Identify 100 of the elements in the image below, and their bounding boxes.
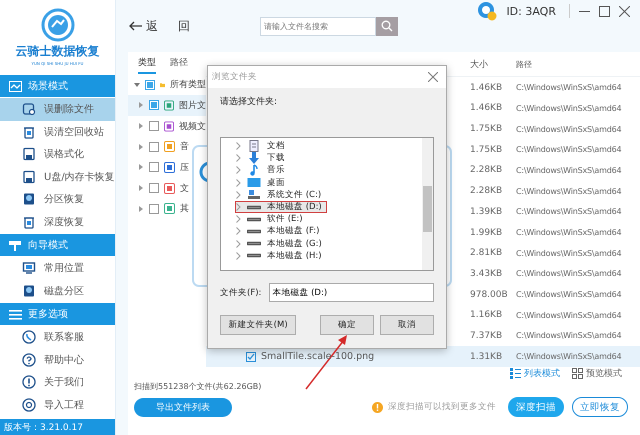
drive-icon — [247, 204, 261, 210]
tree-row[interactable]: 压 — [128, 157, 206, 178]
maximize-icon[interactable] — [599, 6, 610, 17]
file-type-icon — [164, 162, 175, 173]
folder-item[interactable]: 本地磁盘 (H:) — [235, 250, 327, 262]
folder-field[interactable]: 本地磁盘 (D:) — [269, 283, 434, 302]
tree-label: 文 — [180, 182, 189, 195]
dialog-button[interactable]: 确定 — [320, 315, 374, 335]
folder-item[interactable]: 系统文件 (C:) — [235, 188, 326, 201]
tree-row[interactable]: 所有类型 — [128, 74, 206, 96]
sidebar-item[interactable]: 常用位置 — [0, 257, 115, 280]
folder-item[interactable]: 下载 — [235, 152, 290, 164]
tree-label: 其 — [180, 202, 189, 216]
folder-item[interactable]: 本地磁盘 (G:) — [235, 238, 327, 250]
table-cell: C:\Windows\WinSxS\amd64 — [516, 124, 622, 134]
checkbox[interactable] — [246, 352, 256, 362]
user-id: ID: 3AQR — [506, 4, 556, 18]
table-cell-text: 2.28KB — [470, 186, 504, 196]
column-header: 大小 — [470, 58, 489, 71]
expand-arrow-icon[interactable] — [138, 123, 144, 130]
search-button[interactable] — [376, 16, 398, 36]
app-name: 云骑士数据恢复 — [16, 43, 100, 60]
checkbox[interactable] — [149, 162, 159, 172]
sidebar-item[interactable]: 关于我们 — [0, 371, 115, 394]
desktop-icon — [247, 176, 261, 189]
checkbox[interactable] — [145, 80, 155, 90]
phone-icon — [22, 330, 36, 344]
back-button[interactable]: 返 回 — [128, 18, 198, 35]
table-cell: C:\Windows\WinSxS\amd64 — [516, 290, 622, 300]
hint-text: 深度扫描可以找到更多文件 — [388, 401, 496, 413]
checkbox[interactable] — [149, 100, 159, 110]
tree-row[interactable]: 文 — [128, 178, 206, 198]
dialog-button[interactable]: 取消 — [380, 315, 434, 335]
folder-item[interactable]: 音乐 — [235, 164, 290, 177]
search-field[interactable]: 请输入文件名搜索 — [260, 16, 376, 36]
table-cell-text: 978.00B — [470, 290, 509, 300]
drive-icon — [247, 253, 261, 258]
sidebar-item[interactable]: 联系客服 — [0, 326, 115, 348]
expand-arrow-icon[interactable] — [138, 164, 144, 170]
tree-row[interactable]: 其 — [128, 198, 206, 220]
table-cell: C:\Windows\WinSxS\amd64 — [516, 186, 622, 196]
checkbox[interactable] — [149, 204, 159, 214]
sidebar-item[interactable]: 磁盘分区 — [0, 280, 115, 302]
expand-arrow-icon[interactable] — [138, 144, 144, 150]
search-icon — [380, 20, 393, 32]
action-button[interactable]: 立即恢复 — [572, 397, 628, 417]
scrollbar[interactable] — [422, 138, 433, 270]
sidebar-item[interactable]: 深度恢复 — [0, 210, 115, 233]
tree-label: 图片文 — [179, 100, 206, 112]
table-cell: C:\Windows\WinSxS\amd64 — [516, 331, 622, 340]
checkbox[interactable] — [149, 121, 159, 132]
info-icon — [22, 375, 36, 390]
section-header: 场景模式 — [0, 75, 115, 97]
table-cell-text: 2.81KB — [470, 248, 504, 258]
table-cell: C:\Windows\WinSxS\amd64 — [516, 248, 622, 258]
sidebar-item[interactable]: 分区恢复 — [0, 188, 115, 210]
sidebar-item[interactable]: 误清空回收站 — [0, 120, 115, 143]
dialog-button[interactable]: 新建文件夹(M) — [220, 315, 296, 335]
close-icon[interactable] — [619, 6, 630, 17]
table-cell: C:\Windows\WinSxS\amd64 — [516, 166, 622, 175]
dialog-title: 浏览文件夹 — [212, 71, 257, 83]
folder-item[interactable]: 桌面 — [235, 176, 290, 189]
table-cell-text: 1.31KB — [470, 352, 504, 362]
section-header: 向导模式 — [0, 234, 115, 256]
table-cell: C:\Windows\WinSxS\amd64 — [516, 228, 622, 238]
tree-row[interactable]: 视频文 — [128, 116, 206, 136]
sidebar-item[interactable]: 误删除文件 — [0, 98, 115, 120]
sidebar-item[interactable]: 导入工程 — [0, 394, 115, 416]
expand-arrow-icon[interactable] — [138, 206, 144, 212]
tree-label: 所有类型 — [170, 78, 206, 92]
expand-arrow-icon[interactable] — [138, 102, 144, 108]
sidebar-item[interactable]: 帮助中心 — [0, 348, 115, 371]
folder-item[interactable]: 本地磁盘 (D:) — [235, 200, 327, 214]
question-icon — [22, 352, 36, 367]
tab[interactable]: 路径 — [170, 52, 188, 74]
file-type-icon — [164, 203, 175, 214]
doc-search-icon — [22, 102, 36, 116]
trash-icon — [22, 124, 36, 139]
folder-item[interactable]: 本地磁盘 (F:) — [235, 225, 324, 238]
folder-item[interactable]: 软件 (E:) — [235, 213, 308, 226]
view-mode-button[interactable]: 预览模式 — [572, 367, 622, 380]
tree-row[interactable]: 音 — [128, 136, 206, 158]
sidebar-item[interactable]: 误格式化 — [0, 143, 115, 166]
folder-item[interactable]: 文档 — [235, 140, 290, 152]
tab[interactable]: 类型 — [138, 52, 156, 74]
checkbox[interactable] — [149, 142, 159, 152]
checkbox[interactable] — [149, 183, 159, 194]
expand-arrow-icon[interactable] — [134, 82, 140, 88]
tree-row[interactable]: 图片文 — [128, 95, 206, 116]
close-icon[interactable] — [428, 72, 438, 82]
table-cell-text: 1.46KB — [470, 82, 504, 93]
view-mode-button[interactable]: 列表模式 — [510, 367, 560, 380]
expand-arrow-icon[interactable] — [138, 185, 144, 192]
signpost-icon — [9, 240, 22, 250]
bin-icon — [22, 214, 36, 229]
sidebar-item[interactable]: U盘/内存卡恢复 — [0, 166, 115, 188]
menu-icon — [9, 308, 22, 320]
list-icon — [510, 368, 521, 379]
table-cell: C:\Windows\WinSxS\amd64 — [516, 83, 622, 92]
drive-icon — [247, 216, 261, 222]
